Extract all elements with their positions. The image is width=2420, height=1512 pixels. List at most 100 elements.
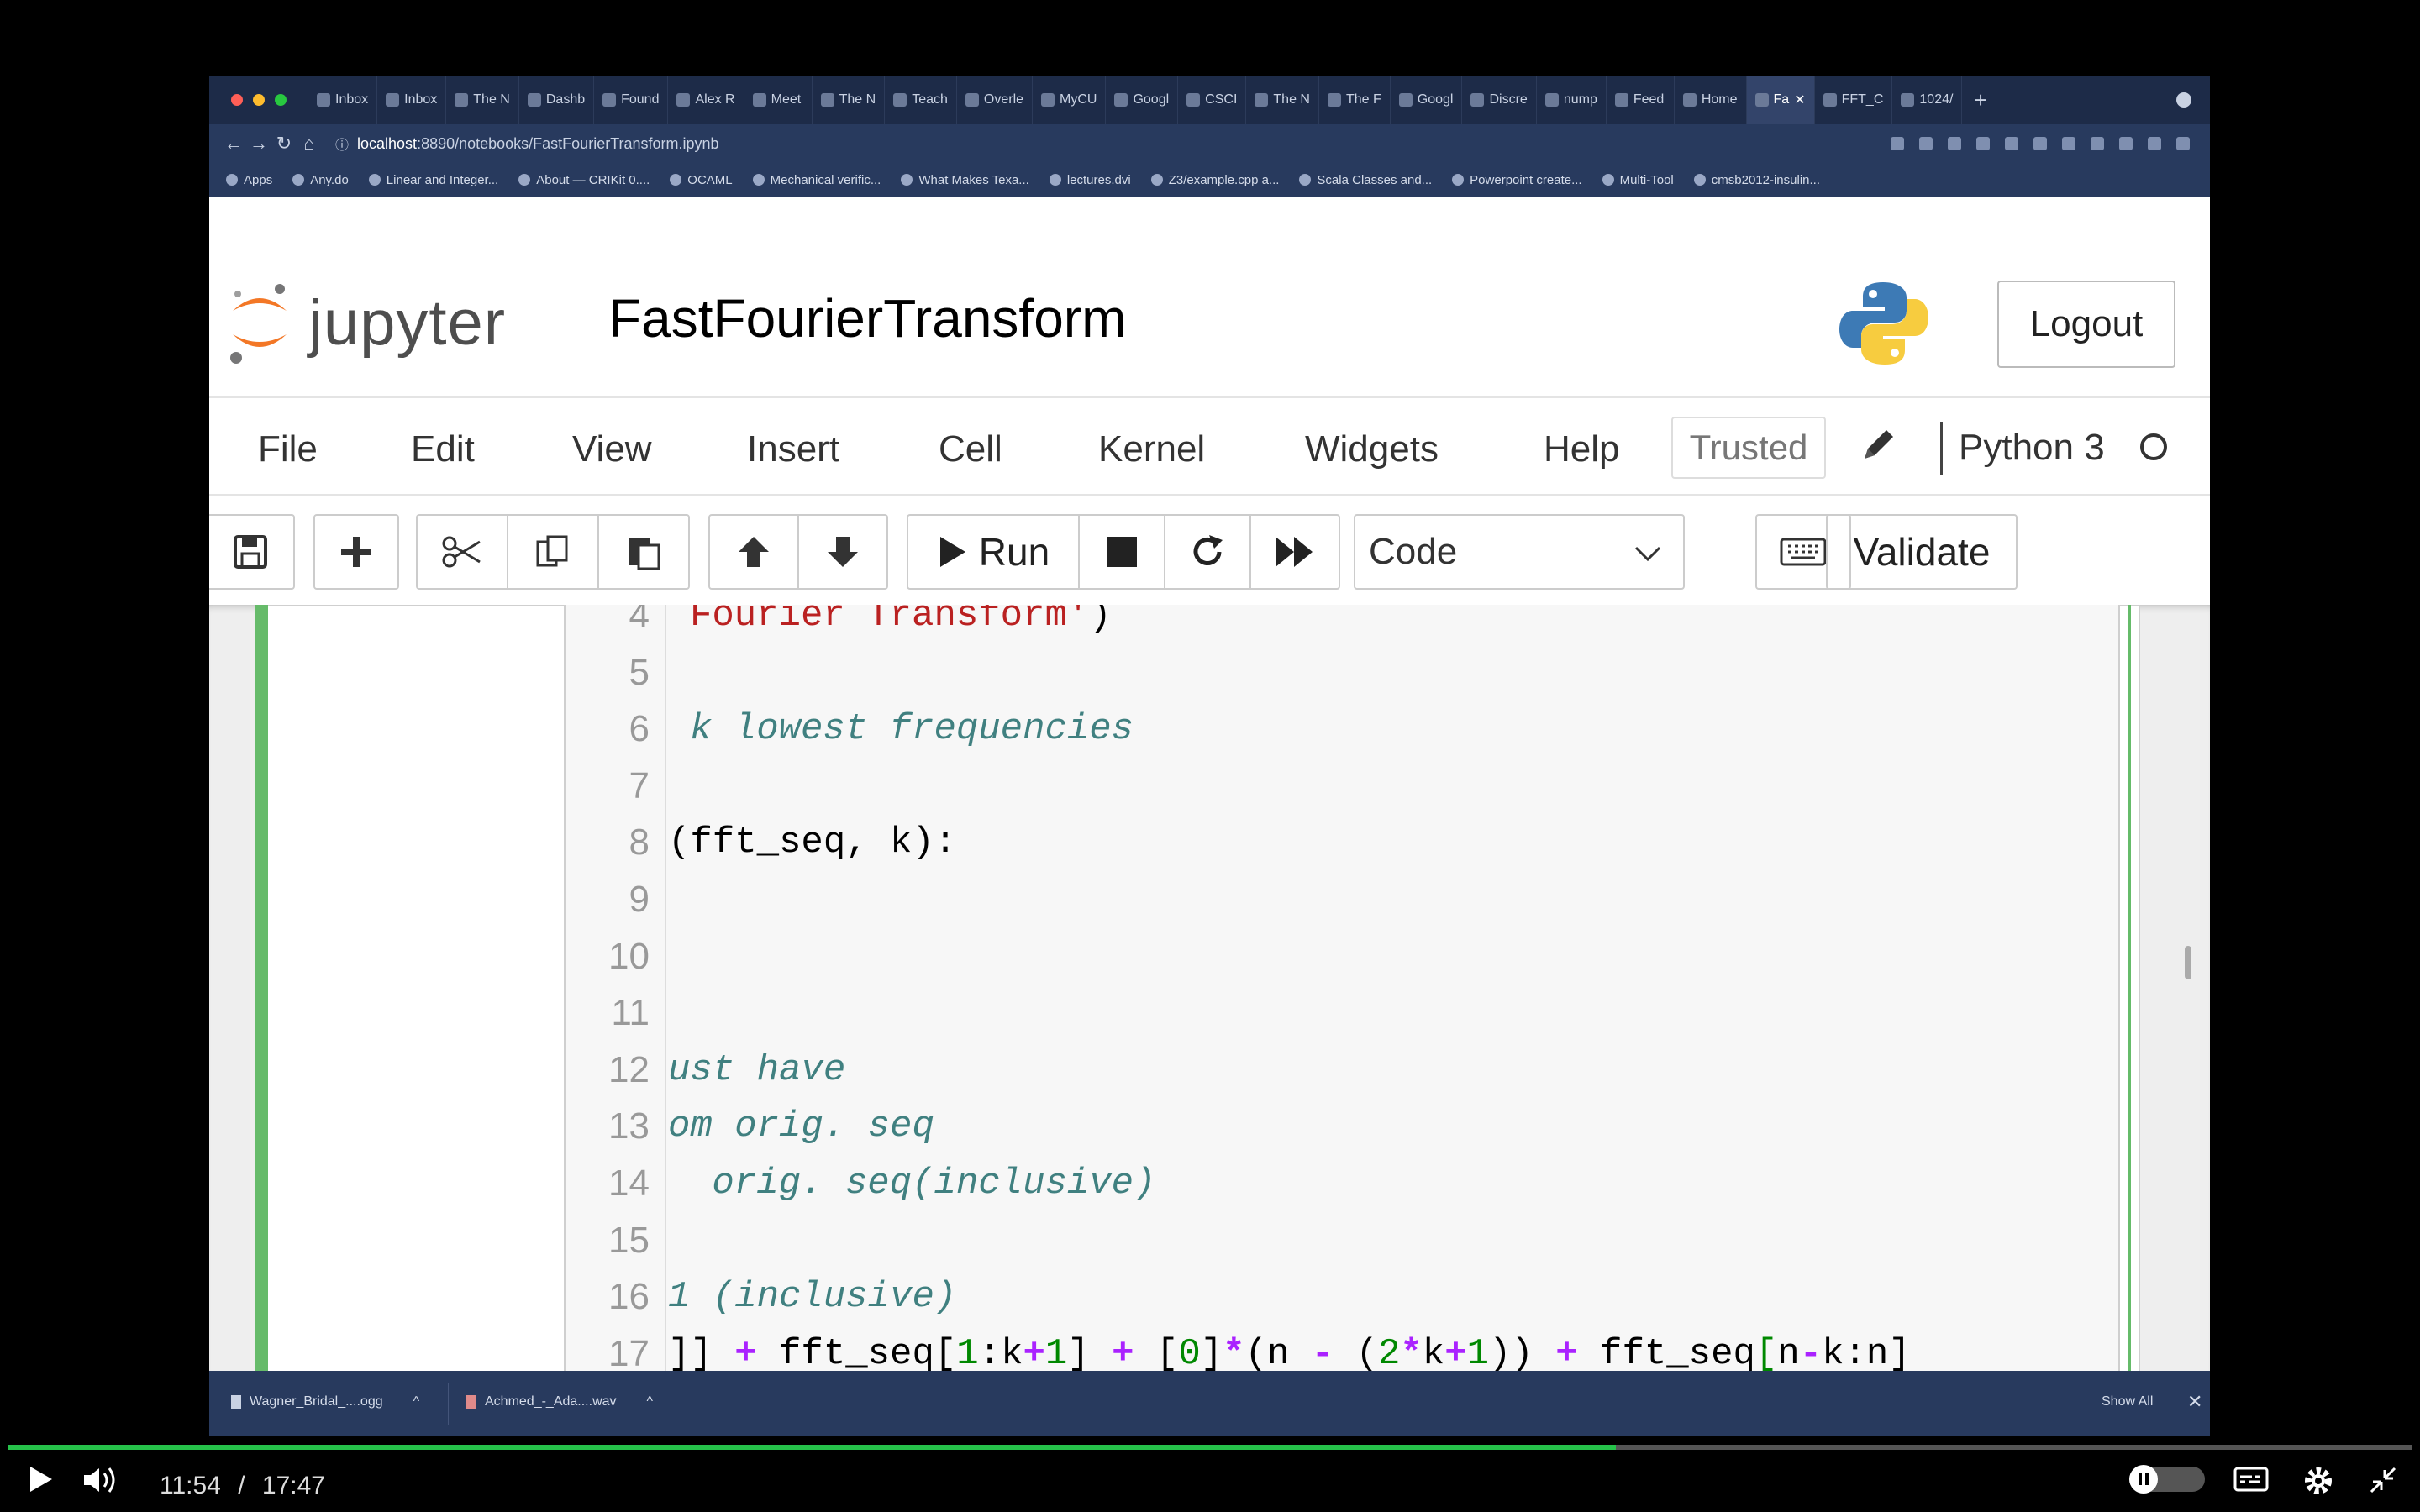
- bookmark-item[interactable]: Powerpoint create...: [1452, 173, 1582, 187]
- browser-tab[interactable]: Discre: [1462, 76, 1537, 124]
- extension-icon[interactable]: [1948, 137, 1961, 150]
- browser-tab[interactable]: The N: [813, 76, 886, 124]
- extension-icon[interactable]: [2033, 137, 2047, 150]
- captions-icon[interactable]: [2233, 1465, 2269, 1494]
- browser-tab[interactable]: The F: [1319, 76, 1391, 124]
- save-button[interactable]: [209, 514, 295, 590]
- zoom-window-button[interactable]: [275, 94, 287, 106]
- kebab-menu-icon[interactable]: [2176, 137, 2190, 150]
- download-item[interactable]: Wagner_Bridal_....ogg ^: [231, 1394, 419, 1410]
- back-icon[interactable]: ←: [221, 133, 246, 155]
- browser-tab[interactable]: The N: [446, 76, 519, 124]
- minimize-window-button[interactable]: [253, 94, 265, 106]
- bookmark-item[interactable]: Z3/example.cpp a...: [1150, 173, 1279, 187]
- validate-button[interactable]: Validate: [1826, 514, 2018, 590]
- browser-tab[interactable]: Googl: [1106, 76, 1179, 124]
- close-window-button[interactable]: [231, 94, 243, 106]
- browser-tab[interactable]: Alex R: [668, 76, 744, 124]
- browser-tab[interactable]: The N: [1246, 76, 1319, 124]
- menu-insert[interactable]: Insert: [747, 428, 839, 470]
- show-all-button[interactable]: Show All: [2102, 1394, 2153, 1410]
- browser-tab[interactable]: Found: [594, 76, 669, 124]
- exit-fullscreen-icon[interactable]: [2368, 1465, 2398, 1495]
- browser-tab[interactable]: Feed: [1607, 76, 1675, 124]
- reload-icon[interactable]: ↻: [271, 133, 297, 155]
- browser-tab[interactable]: Inbox: [308, 76, 378, 124]
- menu-kernel[interactable]: Kernel: [1098, 428, 1205, 470]
- bookmark-item[interactable]: cmsb2012-insulin...: [1693, 173, 1820, 187]
- browser-tab[interactable]: Meet: [744, 76, 813, 124]
- notebook-title[interactable]: FastFourierTransform: [608, 287, 1126, 349]
- trusted-indicator[interactable]: Trusted: [1671, 417, 1826, 479]
- bookmark-item[interactable]: What Makes Texa...: [901, 173, 1029, 187]
- new-tab-button[interactable]: +: [1962, 87, 1998, 113]
- move-up-button[interactable]: [708, 514, 799, 590]
- download-item[interactable]: Achmed_-_Ada....wav ^: [466, 1394, 653, 1410]
- run-button[interactable]: Run: [907, 514, 1080, 590]
- close-icon[interactable]: ✕: [2187, 1391, 2202, 1413]
- browser-tab[interactable]: Overle: [957, 76, 1034, 124]
- kernel-name[interactable]: Python 3: [1959, 427, 2105, 469]
- puzzle-icon[interactable]: [2119, 137, 2133, 150]
- menu-widgets[interactable]: Widgets: [1305, 428, 1439, 470]
- play-icon[interactable]: [29, 1465, 54, 1494]
- browser-tab[interactable]: Inbox: [377, 76, 447, 124]
- bookmark-item[interactable]: Multi-Tool: [1602, 173, 1674, 187]
- browser-tab[interactable]: Fa ✕: [1746, 76, 1815, 124]
- menu-help[interactable]: Help: [1544, 428, 1620, 470]
- browser-tab[interactable]: FFT_C: [1815, 76, 1893, 124]
- insert-cell-button[interactable]: [313, 514, 399, 590]
- cell-type-select[interactable]: Code: [1354, 514, 1685, 590]
- browser-tab[interactable]: nump: [1537, 76, 1607, 124]
- bookmark-item[interactable]: Scala Classes and...: [1299, 173, 1432, 187]
- bookmark-item[interactable]: lectures.dvi: [1049, 173, 1131, 187]
- menu-edit[interactable]: Edit: [411, 428, 475, 470]
- home-icon[interactable]: ⌂: [297, 133, 322, 155]
- browser-tab[interactable]: 1024/: [1892, 76, 1963, 124]
- extension-icon[interactable]: [2062, 137, 2075, 150]
- chevron-up-icon[interactable]: ^: [413, 1394, 420, 1410]
- bookmark-item[interactable]: About — CRIKit 0....: [518, 173, 650, 187]
- jupyter-logo[interactable]: jupyter: [226, 281, 506, 365]
- code-editor[interactable]: 4 Fourier Transform') 5 6 k lowest frequenci…: [564, 605, 2120, 1371]
- copy-button[interactable]: [507, 514, 599, 590]
- menu-cell[interactable]: Cell: [939, 428, 1002, 470]
- browser-tab[interactable]: MyCU: [1033, 76, 1107, 124]
- zoom-icon[interactable]: [1891, 137, 1904, 150]
- bookmark-item[interactable]: Any.do: [292, 173, 349, 187]
- browser-menu-icon[interactable]: [2176, 92, 2191, 108]
- autoplay-toggle[interactable]: [2129, 1465, 2205, 1494]
- browser-tab[interactable]: Dashb: [519, 76, 595, 124]
- forward-icon[interactable]: →: [246, 133, 271, 155]
- info-icon[interactable]: ⓘ: [335, 134, 349, 154]
- url-field[interactable]: localhost:8890/notebooks/FastFourierTran…: [357, 135, 1891, 153]
- bookmark-item[interactable]: Apps: [226, 173, 272, 187]
- star-icon[interactable]: [1919, 137, 1933, 150]
- move-down-button[interactable]: [797, 514, 888, 590]
- interrupt-kernel-button[interactable]: [1078, 514, 1165, 590]
- browser-tab[interactable]: Teach: [885, 76, 957, 124]
- restart-run-all-button[interactable]: [1249, 514, 1340, 590]
- browser-tab[interactable]: Googl: [1391, 76, 1463, 124]
- browser-tab[interactable]: CSCI: [1178, 76, 1247, 124]
- cut-button[interactable]: [416, 514, 508, 590]
- paste-button[interactable]: [597, 514, 690, 590]
- page-scrollbar[interactable]: [2185, 946, 2191, 979]
- extension-icon[interactable]: [2091, 137, 2104, 150]
- extension-icon[interactable]: [1976, 137, 1990, 150]
- chevron-up-icon[interactable]: ^: [647, 1394, 654, 1410]
- volume-icon[interactable]: [82, 1465, 119, 1495]
- bookmark-item[interactable]: OCAML: [670, 173, 733, 187]
- pencil-icon[interactable]: [1858, 423, 1900, 465]
- restart-kernel-button[interactable]: [1164, 514, 1251, 590]
- menu-file[interactable]: File: [258, 428, 318, 470]
- bookmark-item[interactable]: Linear and Integer...: [368, 173, 498, 187]
- close-tab-icon[interactable]: ✕: [1794, 92, 1805, 108]
- logout-button[interactable]: Logout: [1997, 281, 2175, 368]
- gear-icon[interactable]: [2302, 1465, 2334, 1497]
- menu-view[interactable]: View: [572, 428, 652, 470]
- extension-icon[interactable]: [2005, 137, 2018, 150]
- browser-tab[interactable]: Home: [1675, 76, 1747, 124]
- bookmark-item[interactable]: Mechanical verific...: [752, 173, 881, 187]
- profile-avatar[interactable]: [2148, 137, 2161, 150]
